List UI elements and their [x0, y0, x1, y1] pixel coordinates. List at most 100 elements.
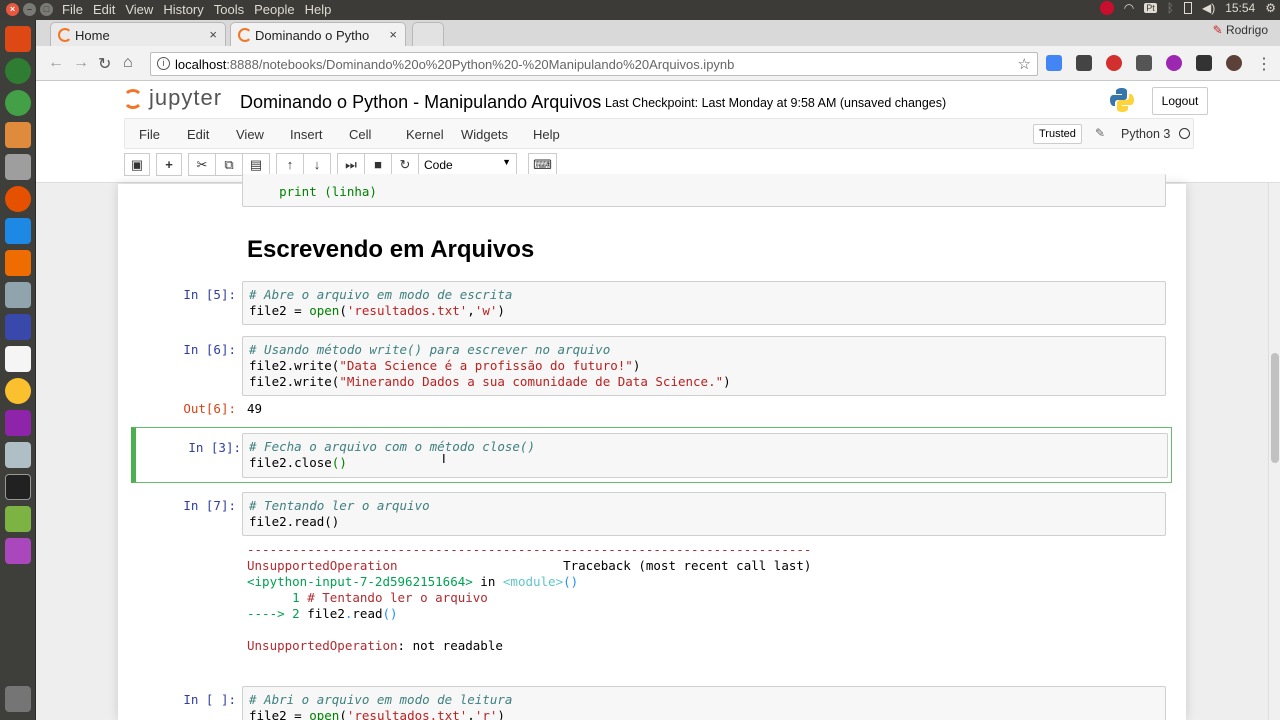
cell-type-select[interactable]: Code ▼ — [418, 153, 517, 176]
traceback-header: Traceback (most recent call last) — [563, 558, 812, 573]
info-icon[interactable]: i — [157, 57, 170, 70]
amazon-icon[interactable] — [5, 346, 31, 372]
traceback-code: file2 — [307, 606, 345, 621]
insert-cell-button[interactable]: + — [156, 153, 182, 176]
dash-home-icon[interactable] — [5, 26, 31, 52]
app-launcher-icon[interactable] — [5, 410, 31, 436]
new-tab-button[interactable] — [412, 22, 444, 46]
reload-icon[interactable]: ↻ — [98, 54, 111, 74]
drive-icon[interactable] — [5, 442, 31, 468]
app-launcher-icon[interactable] — [5, 538, 31, 564]
move-up-button[interactable]: ↑ — [276, 153, 304, 176]
record-icon[interactable] — [1099, 1, 1114, 15]
menu-view[interactable]: View — [236, 127, 264, 142]
forward-arrow-icon[interactable]: → — [73, 54, 89, 72]
extension-icon[interactable] — [1196, 55, 1212, 71]
logout-button[interactable]: Logout — [1152, 87, 1208, 115]
copy-button[interactable]: ⧉ — [215, 153, 243, 176]
pocket-extension-icon[interactable] — [1136, 55, 1152, 71]
minimize-window-icon[interactable]: – — [23, 3, 36, 16]
wifi-icon[interactable]: ◠ — [1124, 1, 1134, 15]
cell-input[interactable]: print (linha) — [242, 174, 1166, 207]
jupyter-favicon-icon — [58, 28, 72, 42]
profile-button[interactable]: ✎ Rodrigo — [1213, 23, 1268, 37]
app-launcher-icon[interactable] — [5, 90, 31, 116]
os-menu-file[interactable]: File — [62, 2, 83, 17]
trash-icon[interactable] — [5, 686, 31, 712]
cell-input[interactable]: # Abre o arquivo em modo de escrita file… — [242, 281, 1166, 325]
translate-extension-icon[interactable] — [1046, 55, 1062, 71]
menu-widgets[interactable]: Widgets — [461, 127, 508, 142]
bookmark-star-icon[interactable]: ☆ — [1018, 55, 1031, 73]
app-launcher-icon[interactable] — [5, 58, 31, 84]
drive-icon[interactable] — [5, 282, 31, 308]
cut-button[interactable]: ✂ — [188, 153, 216, 176]
trusted-indicator[interactable]: Trusted — [1033, 124, 1082, 144]
os-menu-history[interactable]: History — [163, 2, 203, 17]
terminal-icon[interactable] — [5, 474, 31, 500]
run-button[interactable]: ⏭ — [337, 153, 365, 176]
traceback-location: <ipython-input-7-2d5962151664> — [247, 574, 473, 589]
cell-input[interactable]: # Fecha o arquivo com o método close() f… — [242, 433, 1168, 478]
browser-menu-icon[interactable]: ⋮ — [1256, 54, 1272, 74]
tab-home[interactable]: Home × — [50, 22, 226, 46]
scrollbar-thumb[interactable] — [1271, 353, 1279, 463]
interrupt-button[interactable]: ■ — [364, 153, 392, 176]
code-comment: # Abri o arquivo em modo de leitura — [249, 692, 513, 707]
menu-cell[interactable]: Cell — [349, 127, 371, 142]
code-text: file2.write( — [249, 374, 340, 389]
paste-button[interactable]: ▤ — [242, 153, 270, 176]
notebook-title[interactable]: Dominando o Python - Manipulando Arquivo… — [240, 92, 601, 113]
shield-icon[interactable] — [5, 314, 31, 340]
extension-icon[interactable] — [1076, 55, 1092, 71]
restart-button[interactable]: ↻ — [391, 153, 419, 176]
extension-icon[interactable] — [1166, 55, 1182, 71]
os-top-bar: × – □ File Edit View History Tools Peopl… — [0, 0, 1280, 20]
url-bar[interactable]: i localhost:8888/notebooks/Dominando%20o… — [150, 52, 1038, 76]
settings-gear-icon[interactable]: ⚙ — [1265, 1, 1276, 15]
menu-edit[interactable]: Edit — [187, 127, 209, 142]
jupyter-logo[interactable]: jupyter — [123, 85, 222, 111]
bluetooth-icon[interactable]: ᛒ — [1167, 1, 1174, 15]
tab-close-icon[interactable]: × — [385, 27, 397, 42]
menu-kernel[interactable]: Kernel — [406, 127, 444, 142]
kernel-name[interactable]: Python 3 — [1121, 127, 1170, 141]
keyboard-layout-indicator[interactable]: Pt — [1144, 3, 1157, 13]
extension-icon[interactable] — [1226, 55, 1242, 71]
files-icon[interactable] — [5, 122, 31, 148]
os-menu-tools[interactable]: Tools — [214, 2, 244, 17]
command-palette-button[interactable]: ⌨ — [528, 153, 557, 176]
cell-input[interactable]: # Abri o arquivo em modo de leitura file… — [242, 686, 1166, 720]
tab-notebook[interactable]: Dominando o Pytho × — [230, 22, 406, 46]
volume-icon[interactable]: ◀) — [1202, 1, 1215, 15]
menu-file[interactable]: File — [139, 127, 160, 142]
os-menu-people[interactable]: People — [254, 2, 294, 17]
software-center-icon[interactable] — [5, 250, 31, 276]
maximize-window-icon[interactable]: □ — [40, 3, 53, 16]
firefox-icon[interactable] — [5, 186, 31, 212]
os-menu-edit[interactable]: Edit — [93, 2, 115, 17]
traceback-code: () — [382, 606, 398, 621]
os-menu-view[interactable]: View — [125, 2, 153, 17]
os-menu-help[interactable]: Help — [305, 2, 332, 17]
page-scrollbar[interactable] — [1268, 183, 1280, 720]
cell-input[interactable]: # Tentando ler o arquivo file2.read() — [242, 492, 1166, 536]
camera-icon[interactable] — [5, 154, 31, 180]
menu-help[interactable]: Help — [533, 127, 560, 142]
menu-insert[interactable]: Insert — [290, 127, 323, 142]
markdown-heading[interactable]: Escrevendo em Arquivos — [247, 236, 534, 264]
battery-icon[interactable] — [1183, 2, 1192, 14]
home-icon[interactable]: ⌂ — [123, 54, 133, 72]
extension-icon[interactable] — [1106, 55, 1122, 71]
back-arrow-icon[interactable]: ← — [48, 54, 64, 72]
document-icon[interactable] — [5, 218, 31, 244]
chrome-icon[interactable] — [5, 378, 31, 404]
close-window-icon[interactable]: × — [6, 3, 19, 16]
tab-close-icon[interactable]: × — [209, 27, 217, 42]
save-button[interactable]: ▣ — [124, 153, 150, 176]
move-down-button[interactable]: ↓ — [303, 153, 331, 176]
cell-input[interactable]: # Usando método write() para escrever no… — [242, 336, 1166, 396]
code-cell-selected[interactable]: In [3]: # Fecha o arquivo com o método c… — [131, 427, 1172, 483]
app-launcher-icon[interactable] — [5, 506, 31, 532]
clock[interactable]: 15:54 — [1225, 1, 1255, 15]
